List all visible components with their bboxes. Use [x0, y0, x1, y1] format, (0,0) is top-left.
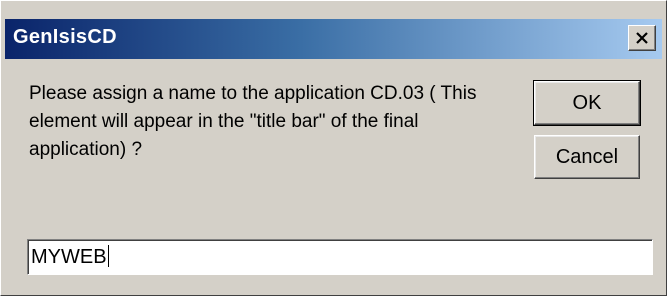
dialog-window: GenIsisCD Please assign a name to the ap…: [0, 0, 667, 296]
ok-button[interactable]: OK: [533, 80, 641, 126]
title-bar[interactable]: GenIsisCD: [5, 19, 662, 59]
close-icon: [636, 32, 648, 44]
name-input[interactable]: MYWEB: [27, 239, 653, 275]
name-input-value: MYWEB: [31, 246, 107, 268]
close-button[interactable]: [628, 25, 656, 51]
window-title: GenIsisCD: [13, 26, 117, 48]
cancel-button[interactable]: Cancel: [534, 135, 640, 179]
text-caret: [107, 245, 109, 267]
prompt-message: Please assign a name to the application …: [29, 83, 477, 160]
